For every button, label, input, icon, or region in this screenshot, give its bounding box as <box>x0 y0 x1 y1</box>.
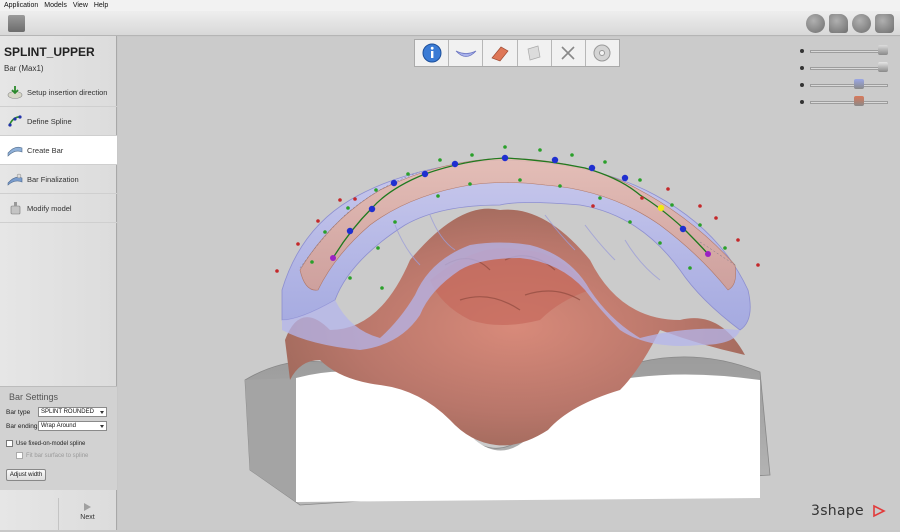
visibility-dot-icon[interactable] <box>800 49 804 53</box>
disc-icon[interactable] <box>586 40 619 66</box>
step-define-spline[interactable]: Define Spline <box>0 107 117 136</box>
visibility-dot-icon[interactable] <box>800 100 804 104</box>
checkbox-box[interactable] <box>16 452 23 459</box>
bar-icon[interactable] <box>483 40 518 66</box>
insertion-direction-icon <box>7 86 23 99</box>
spline-icon <box>8 115 22 127</box>
menu-help[interactable]: Help <box>94 2 108 9</box>
fixed-spline-checkbox[interactable]: Use fixed-on-model spline <box>6 440 85 447</box>
menu-models[interactable]: Models <box>44 2 67 9</box>
visibility-dot-icon[interactable] <box>800 83 804 87</box>
tools-icon[interactable] <box>552 40 586 66</box>
modify-model-icon <box>10 202 21 215</box>
antagonist-visibility-slider[interactable] <box>798 61 893 78</box>
step-label: Create Bar <box>27 145 64 155</box>
step-label: Define Spline <box>27 116 72 126</box>
checkbox-box[interactable] <box>6 440 13 447</box>
slider-knob[interactable] <box>878 62 888 72</box>
viewport-step-toolbar <box>414 39 620 67</box>
menu-bar: Application Models View Help <box>0 0 900 11</box>
next-arrow-icon <box>84 503 91 511</box>
bar-settings-panel: Bar Settings Bar type SPLINT ROUNDED Bar… <box>0 386 117 490</box>
gear-icon[interactable] <box>852 14 871 33</box>
step-label: Bar Finalization <box>27 174 79 184</box>
model-visibility-slider[interactable] <box>798 44 893 61</box>
splint-visibility-slider[interactable] <box>798 78 893 95</box>
info-icon[interactable] <box>415 40 450 66</box>
slider-track[interactable] <box>810 50 888 53</box>
window-icon[interactable] <box>875 14 894 33</box>
create-bar-icon <box>7 146 23 157</box>
slider-track[interactable] <box>810 84 888 87</box>
next-button[interactable]: Next <box>58 498 116 530</box>
3d-viewport[interactable]: 3shape <box>118 37 900 530</box>
menu-view[interactable]: View <box>73 2 88 9</box>
step-label: Modify model <box>27 203 72 213</box>
adjust-width-button[interactable]: Adjust width <box>6 469 46 481</box>
bar-ending-label: Bar ending <box>6 422 38 430</box>
folder-icon[interactable] <box>8 15 25 32</box>
brand-logo: 3shape <box>811 503 864 519</box>
bar-finalization-icon <box>7 173 23 186</box>
bar-settings-title: Bar Settings <box>9 392 59 402</box>
slider-knob[interactable] <box>878 45 888 55</box>
bar-ending-select[interactable]: Wrap Around <box>38 421 107 431</box>
visibility-dot-icon[interactable] <box>800 66 804 70</box>
slider-track[interactable] <box>810 101 888 104</box>
slider-knob[interactable] <box>854 79 865 89</box>
bar-visibility-slider[interactable] <box>798 95 893 112</box>
slider-track[interactable] <box>810 67 888 70</box>
bar-ending-row: Bar ending Wrap Around <box>6 421 107 431</box>
shape-icon[interactable] <box>829 14 848 33</box>
main-toolbar <box>0 11 900 36</box>
bar-type-select[interactable]: SPLINT ROUNDED <box>38 407 107 417</box>
next-label: Next <box>80 514 95 521</box>
step-setup-insertion-direction[interactable]: Setup insertion direction <box>0 78 117 107</box>
step-bar-finalization[interactable]: Bar Finalization <box>0 165 117 194</box>
fit-surface-checkbox[interactable]: Fit bar surface to spline <box>16 452 88 459</box>
workflow-panel: SPLINT_UPPER Bar (Max1) Setup insertion … <box>0 36 117 530</box>
circle-icon[interactable] <box>806 14 825 33</box>
checkbox-label: Fit bar surface to spline <box>26 452 89 459</box>
bar-type-label: Bar type <box>6 408 31 416</box>
project-title: SPLINT_UPPER <box>4 45 95 59</box>
bar-type-row: Bar type SPLINT ROUNDED <box>6 407 107 417</box>
checkbox-label: Use fixed-on-model spline <box>16 440 86 447</box>
visibility-sliders <box>798 44 893 112</box>
step-modify-model[interactable]: Modify model <box>0 194 117 223</box>
slider-knob[interactable] <box>854 96 865 106</box>
model-icon[interactable] <box>518 40 552 66</box>
step-label: Setup insertion direction <box>27 87 108 97</box>
step-create-bar[interactable]: Create Bar <box>0 136 117 165</box>
menu-application[interactable]: Application <box>4 2 38 9</box>
splint-icon[interactable] <box>449 40 484 66</box>
workflow-steps: Setup insertion direction Define Spline … <box>0 78 117 223</box>
project-subtitle: Bar (Max1) <box>4 64 44 73</box>
dental-model-scene <box>244 145 771 506</box>
brand-triangle-icon <box>873 504 886 518</box>
